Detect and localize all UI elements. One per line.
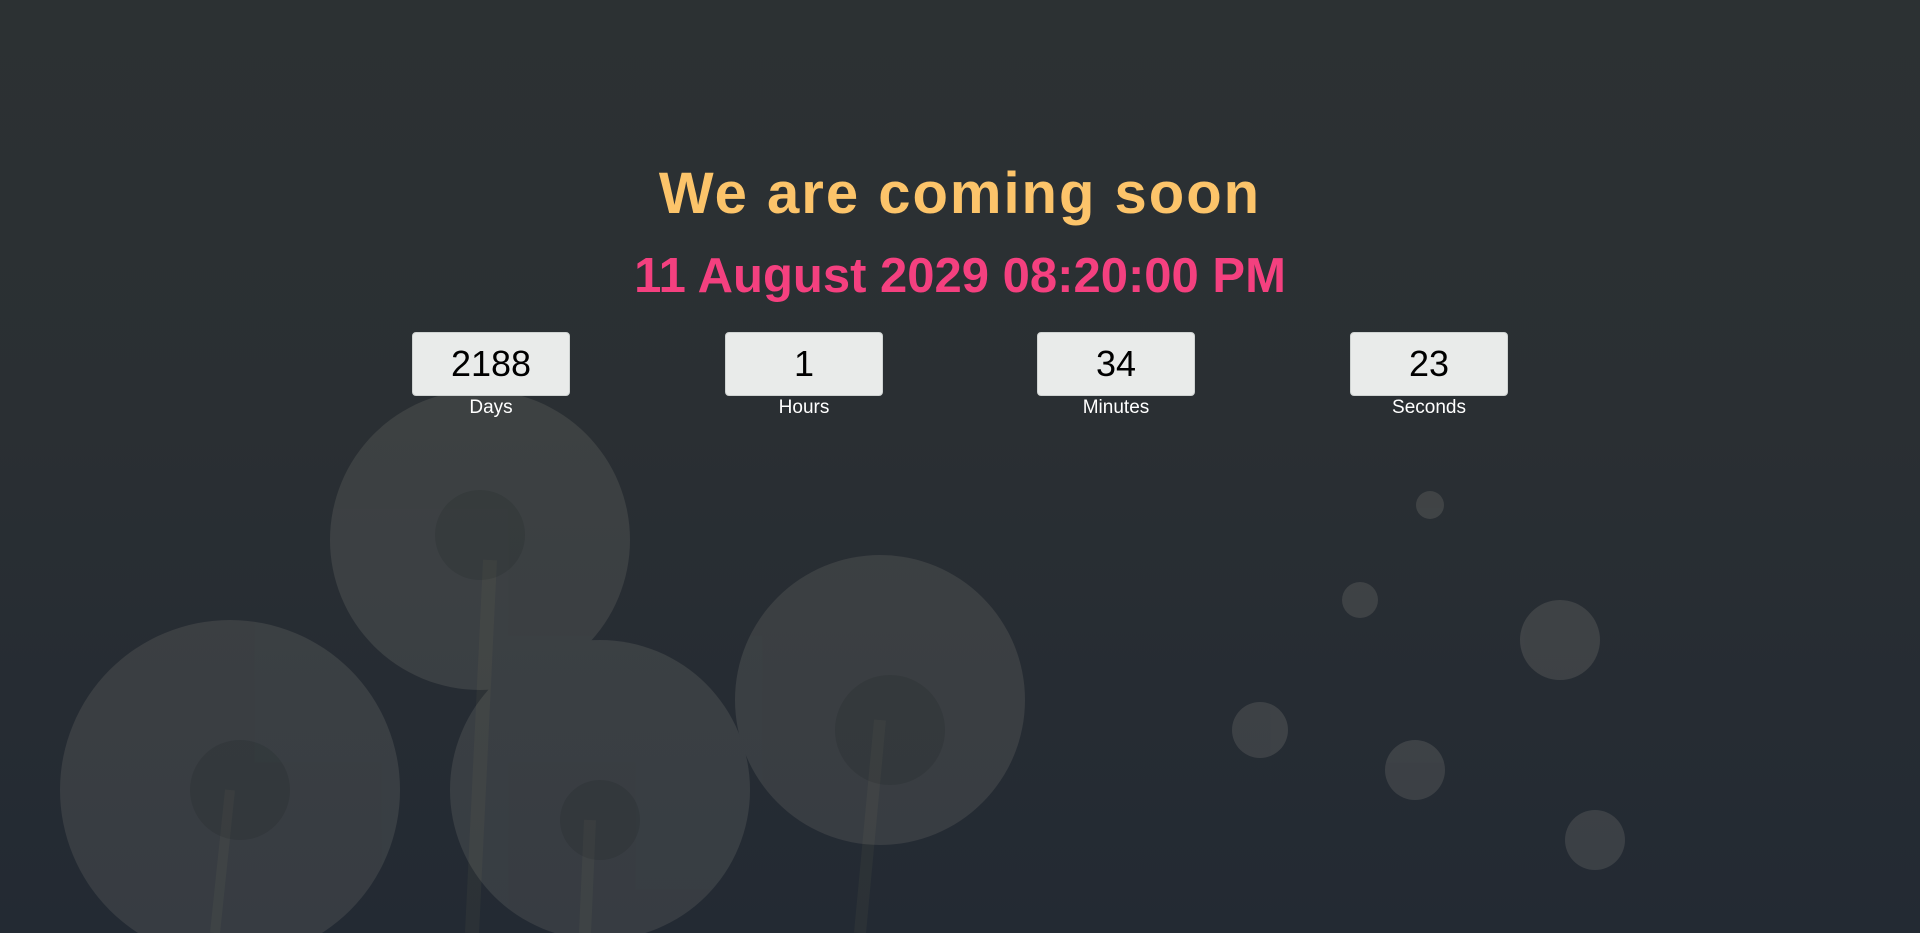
page-title: We are coming soon xyxy=(658,161,1262,226)
days-label: Days xyxy=(469,397,513,418)
minutes-label: Minutes xyxy=(1082,397,1150,418)
countdown-hours: 1 Hours xyxy=(725,332,883,419)
coming-soon-page: We are coming soon 11 August 2029 08:20:… xyxy=(0,0,1920,933)
seconds-value: 23 xyxy=(1350,332,1508,396)
hours-label: Hours xyxy=(778,397,830,418)
launch-date: 11 August 2029 08:20:00 PM xyxy=(634,249,1286,303)
days-value: 2188 xyxy=(412,332,570,396)
minutes-value: 34 xyxy=(1037,332,1195,396)
seconds-label: Seconds xyxy=(1392,397,1466,418)
countdown-seconds: 23 Seconds xyxy=(1350,332,1508,419)
hours-value: 1 xyxy=(725,332,883,396)
countdown-minutes: 34 Minutes xyxy=(1037,332,1195,419)
countdown-days: 2188 Days xyxy=(412,332,570,419)
